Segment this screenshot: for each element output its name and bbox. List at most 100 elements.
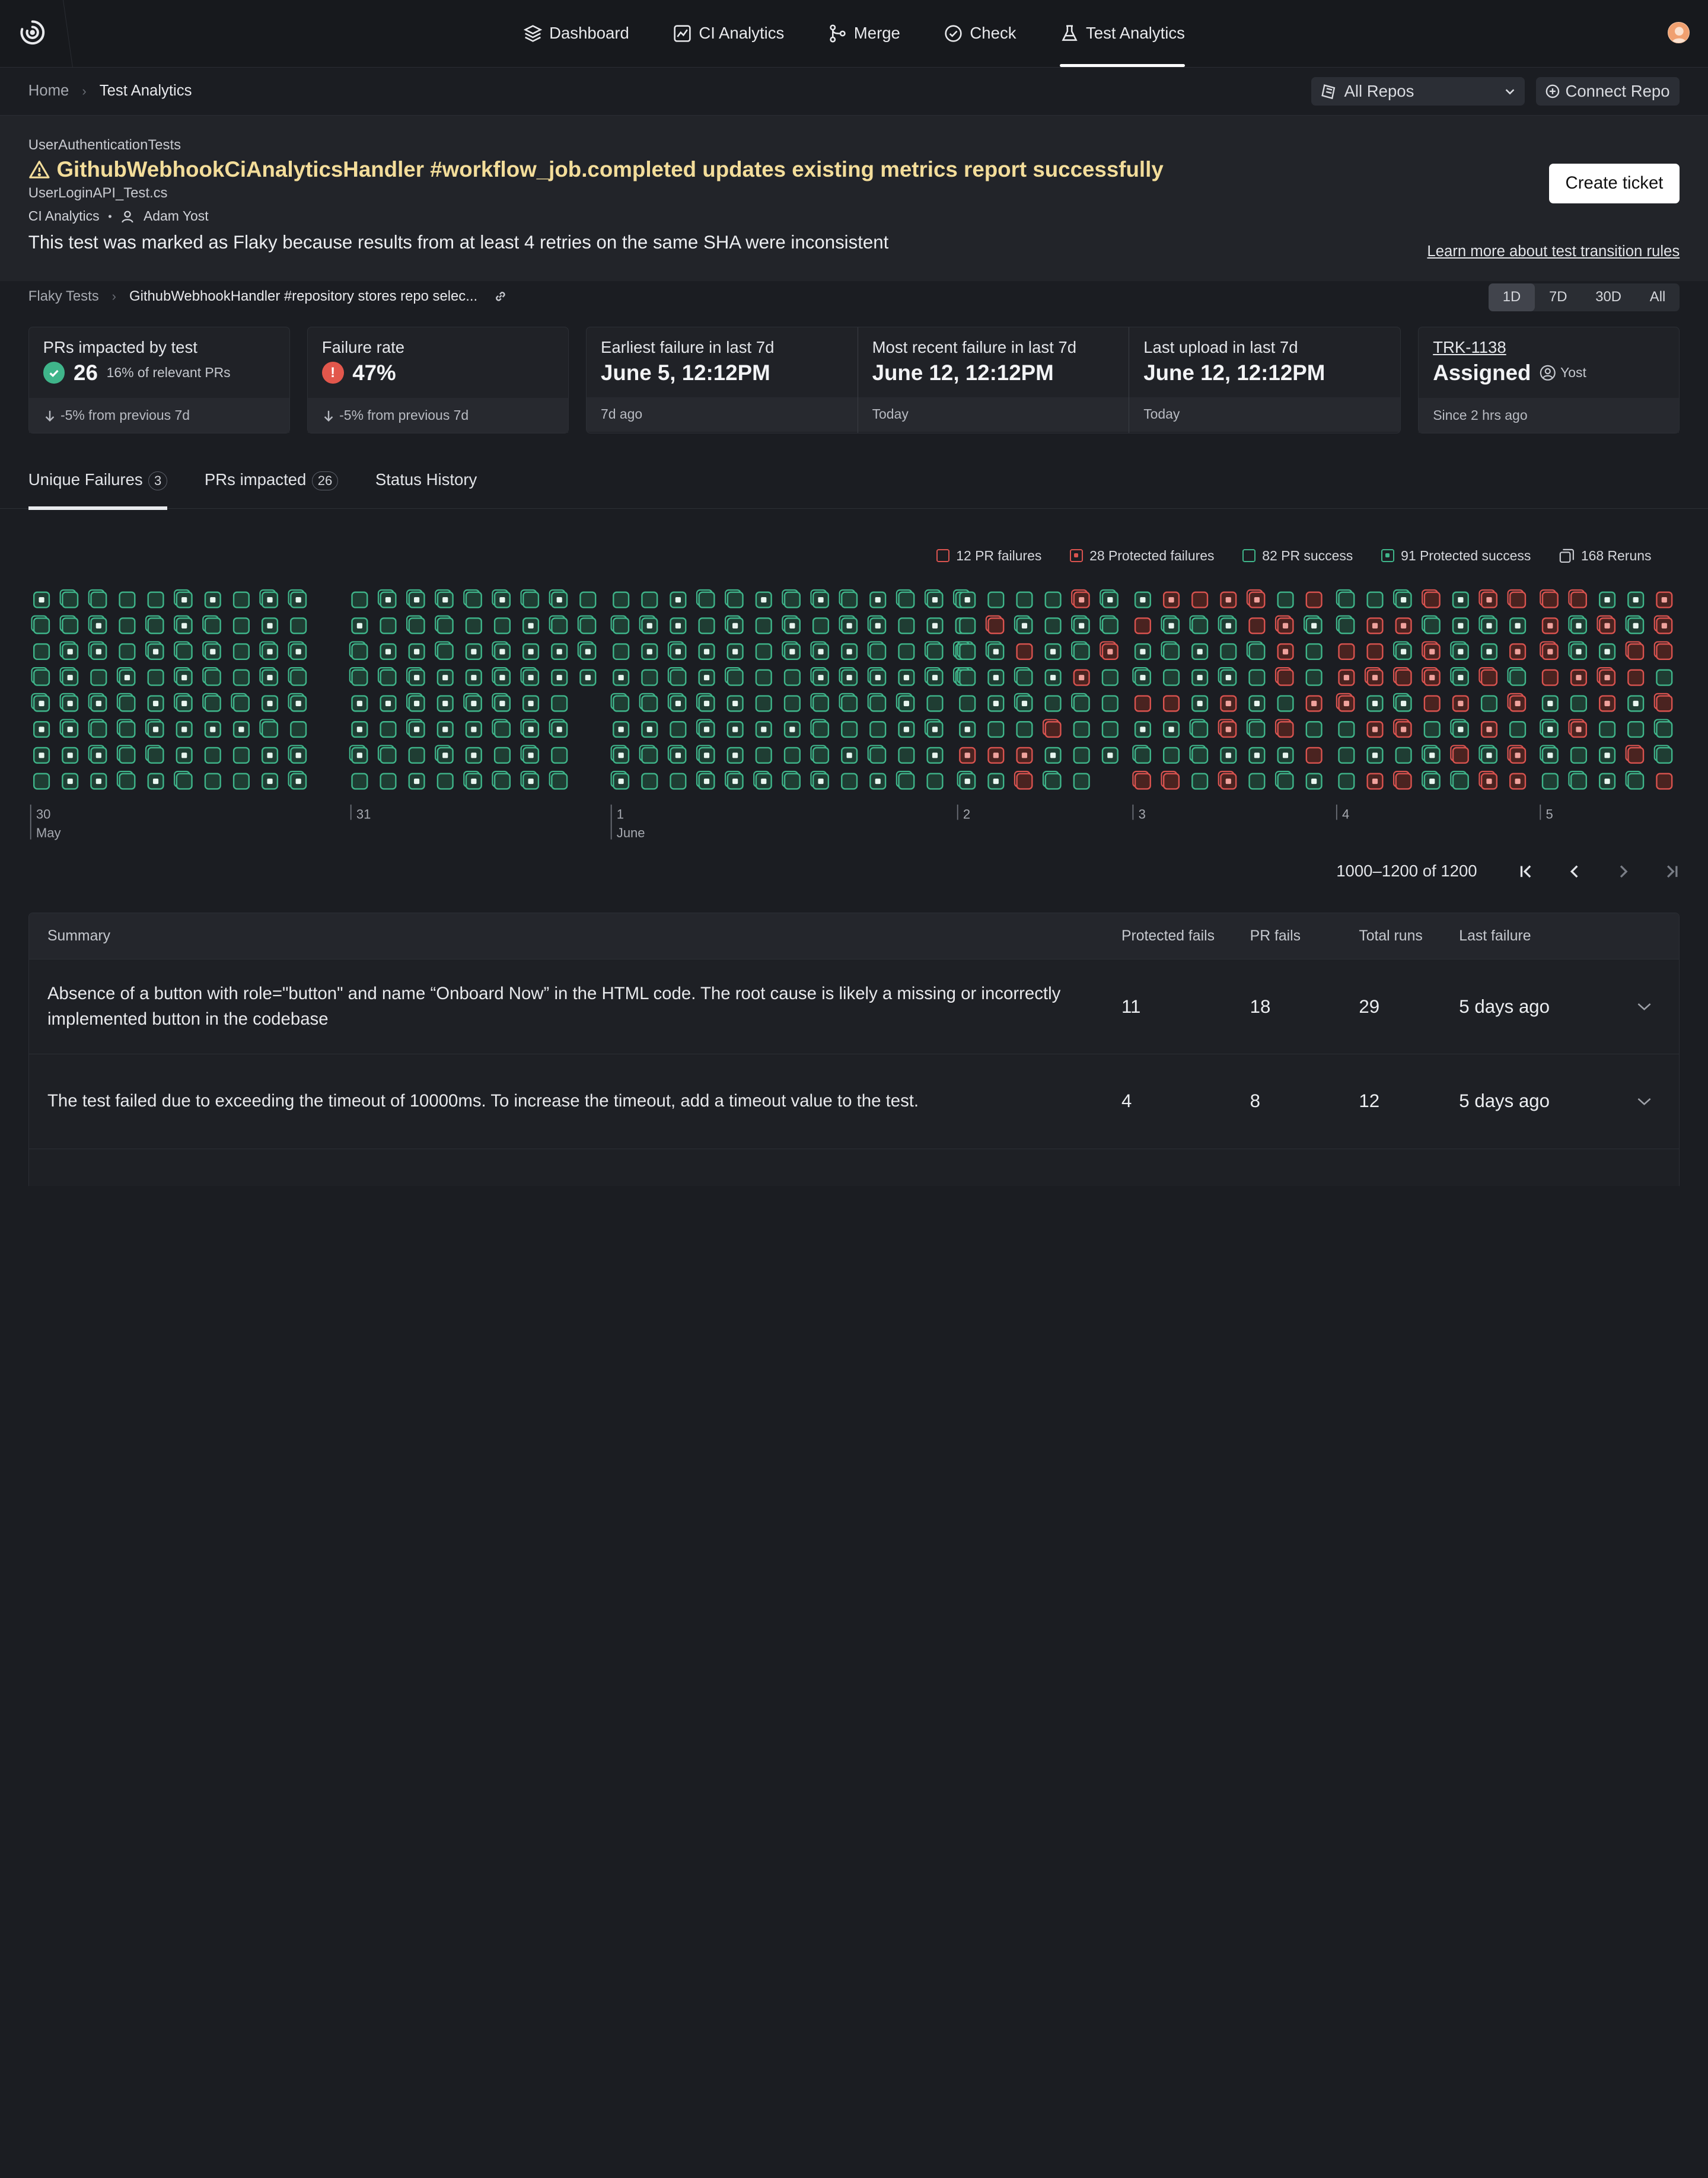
run-success[interactable] — [493, 617, 511, 634]
expand-row-button[interactable] — [1623, 997, 1666, 1016]
run-success[interactable] — [351, 669, 368, 687]
run-success[interactable] — [1627, 721, 1644, 738]
run-success[interactable] — [1395, 747, 1412, 764]
run-success[interactable] — [380, 669, 397, 687]
run-success[interactable] — [119, 591, 136, 609]
run-success[interactable] — [1162, 669, 1180, 687]
run-success[interactable] — [1073, 747, 1090, 764]
run-success[interactable] — [232, 773, 250, 790]
run-success[interactable] — [1073, 695, 1090, 712]
run-success[interactable] — [289, 669, 307, 687]
run-success[interactable] — [783, 695, 801, 712]
run-success[interactable] — [1101, 617, 1119, 634]
run-success[interactable] — [1073, 643, 1090, 661]
run-success[interactable] — [1598, 721, 1615, 738]
run-success[interactable] — [698, 591, 715, 609]
run-success[interactable] — [33, 643, 50, 661]
run-success[interactable] — [522, 591, 539, 609]
run-success[interactable] — [812, 721, 829, 738]
run-success[interactable] — [1570, 773, 1587, 790]
run-failure[interactable] — [1366, 643, 1384, 661]
run-success[interactable] — [465, 591, 482, 609]
run-success[interactable] — [204, 669, 221, 687]
run-success[interactable] — [1248, 643, 1266, 661]
run-success[interactable] — [493, 773, 511, 790]
range-all[interactable]: All — [1636, 283, 1680, 312]
nav-merge[interactable]: Merge — [828, 0, 900, 67]
run-success[interactable] — [1541, 773, 1559, 790]
run-success[interactable] — [1044, 695, 1062, 712]
col-last-failure[interactable]: Last failure — [1459, 928, 1623, 945]
run-success[interactable] — [1305, 643, 1323, 661]
range-1d[interactable]: 1D — [1488, 283, 1535, 312]
run-failure[interactable] — [1162, 773, 1180, 790]
run-success[interactable] — [380, 773, 397, 790]
run-success[interactable] — [579, 617, 597, 634]
run-success[interactable] — [698, 617, 715, 634]
run-success[interactable] — [436, 617, 454, 634]
run-success[interactable] — [783, 591, 801, 609]
run-success[interactable] — [898, 591, 915, 609]
run-success[interactable] — [289, 721, 307, 738]
run-success[interactable] — [408, 747, 425, 764]
run-success[interactable] — [726, 669, 744, 687]
run-success[interactable] — [1656, 721, 1673, 738]
run-success[interactable] — [1073, 773, 1090, 790]
run-success[interactable] — [1656, 669, 1673, 687]
run-success[interactable] — [1101, 721, 1119, 738]
table-row[interactable]: Absence of a button with role="button" a… — [28, 959, 1680, 1054]
run-success[interactable] — [640, 669, 658, 687]
run-success[interactable] — [670, 669, 687, 687]
ticket-link[interactable]: TRK-1138 — [1433, 338, 1665, 357]
run-success[interactable] — [465, 617, 482, 634]
run-failure[interactable] — [1541, 669, 1559, 687]
run-success[interactable] — [840, 773, 858, 790]
run-success[interactable] — [232, 617, 250, 634]
run-success[interactable] — [869, 721, 887, 738]
run-success[interactable] — [436, 643, 454, 661]
run-success[interactable] — [755, 695, 772, 712]
run-success[interactable] — [33, 617, 50, 634]
first-page-icon[interactable] — [1518, 863, 1535, 880]
run-success[interactable] — [380, 617, 397, 634]
prev-page-icon[interactable] — [1566, 863, 1583, 880]
run-success[interactable] — [1044, 773, 1062, 790]
run-success[interactable] — [898, 617, 915, 634]
run-success[interactable] — [204, 695, 221, 712]
run-success[interactable] — [351, 591, 368, 609]
run-success[interactable] — [1509, 721, 1526, 738]
run-failure[interactable] — [1656, 695, 1673, 712]
run-success[interactable] — [90, 721, 107, 738]
tab-status-history[interactable]: Status History — [375, 470, 477, 508]
run-success[interactable] — [550, 747, 568, 764]
run-success[interactable] — [812, 695, 829, 712]
run-success[interactable] — [1452, 773, 1469, 790]
run-success[interactable] — [755, 617, 772, 634]
run-success[interactable] — [812, 747, 829, 764]
run-success[interactable] — [550, 695, 568, 712]
subcrumb-parent[interactable]: Flaky Tests — [28, 288, 99, 305]
run-success[interactable] — [898, 773, 915, 790]
run-success[interactable] — [1191, 773, 1208, 790]
run-success[interactable] — [493, 747, 511, 764]
run-failure[interactable] — [1423, 695, 1441, 712]
tab-unique-failures[interactable]: Unique Failures 3 — [28, 470, 168, 510]
logo-icon[interactable] — [17, 17, 47, 47]
run-success[interactable] — [1248, 669, 1266, 687]
run-failure[interactable] — [1627, 669, 1644, 687]
run-success[interactable] — [550, 773, 568, 790]
run-success[interactable] — [1305, 721, 1323, 738]
run-success[interactable] — [1016, 721, 1033, 738]
run-success[interactable] — [670, 773, 687, 790]
run-success[interactable] — [232, 591, 250, 609]
run-success[interactable] — [1191, 617, 1208, 634]
run-success[interactable] — [33, 773, 50, 790]
run-success[interactable] — [1016, 591, 1033, 609]
run-failure[interactable] — [1480, 669, 1497, 687]
run-success[interactable] — [1338, 773, 1355, 790]
run-success[interactable] — [493, 721, 511, 738]
run-success[interactable] — [958, 695, 976, 712]
run-failure[interactable] — [1395, 669, 1412, 687]
run-success[interactable] — [232, 747, 250, 764]
run-success[interactable] — [1509, 669, 1526, 687]
